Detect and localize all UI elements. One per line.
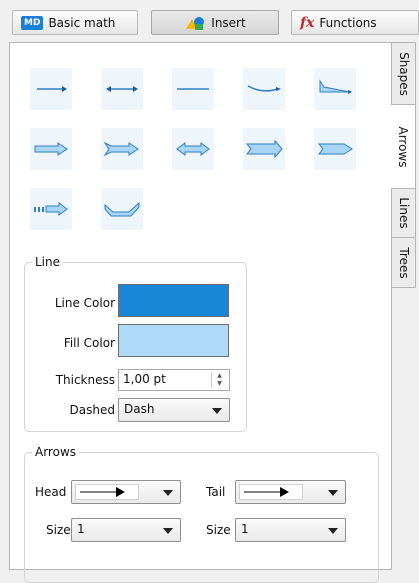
- head-label: Head: [35, 485, 67, 499]
- thickness-label: Thickness: [55, 373, 115, 387]
- arrow-block-notched-icon: [103, 141, 139, 157]
- fx-icon: fx: [300, 14, 315, 31]
- basic-math-button[interactable]: MD Basic math: [12, 10, 138, 35]
- arrow-dashed-block-icon: [34, 202, 68, 216]
- arrow-style-line-plain[interactable]: [172, 68, 214, 110]
- basic-math-label: Basic math: [48, 15, 116, 30]
- tab-arrows-label: Arrows: [396, 125, 410, 168]
- chevron-down-icon: [328, 490, 338, 496]
- chevron-down-icon: [163, 490, 173, 496]
- tail-label: Tail: [206, 485, 226, 499]
- md-badge-icon: MD: [21, 15, 44, 30]
- chevron-down-icon: [212, 408, 222, 414]
- arrow-style-block-right[interactable]: [30, 128, 72, 170]
- arrow-style-chevron-right[interactable]: [243, 128, 285, 170]
- line-group-title: Line: [32, 255, 64, 269]
- arrow-style-dashed-block[interactable]: [30, 188, 72, 230]
- arrow-style-block-notched[interactable]: [101, 128, 143, 170]
- tab-lines-label: Lines: [396, 197, 411, 229]
- insert-label: Insert: [211, 15, 246, 30]
- shapes-icon: [186, 16, 205, 30]
- tail-size-select[interactable]: 1: [235, 518, 346, 542]
- line-plain-icon: [177, 88, 209, 90]
- arrow-pentagon-icon: [317, 143, 353, 155]
- tail-arrow-preview-icon: [239, 484, 303, 500]
- toolbar: MD Basic math Insert fx Functions: [0, 0, 419, 40]
- arrow-block-right-icon: [34, 142, 68, 156]
- tab-trees-label: Trees: [396, 246, 411, 279]
- head-style-select[interactable]: [71, 480, 181, 504]
- tab-lines[interactable]: Lines: [392, 188, 416, 238]
- tab-trees[interactable]: Trees: [392, 237, 416, 288]
- insert-button[interactable]: Insert: [151, 10, 279, 35]
- chevron-down-icon: [163, 528, 173, 534]
- arrow-style-curved-band[interactable]: [101, 188, 143, 230]
- tab-shapes[interactable]: Shapes: [392, 42, 416, 105]
- tail-style-select[interactable]: [235, 480, 346, 504]
- spin-down-icon[interactable]: ▼: [212, 380, 227, 388]
- arrow-wedge-icon: [319, 79, 352, 94]
- arrow-curved-icon: [247, 85, 281, 92]
- line-color-label: Line Color: [54, 296, 115, 310]
- arrows-group: Arrows Head Tail Size 1 Size 1: [24, 445, 379, 583]
- dashed-label: Dashed: [69, 403, 115, 417]
- arrow-style-block-double[interactable]: [172, 128, 214, 170]
- arrow-style-right-thin[interactable]: [30, 68, 72, 110]
- spin-up-icon[interactable]: ▲: [212, 372, 227, 380]
- tab-shapes-label: Shapes: [396, 51, 411, 96]
- chevron-down-icon: [328, 528, 338, 534]
- dashed-select[interactable]: Dash: [118, 398, 230, 422]
- head-size-select[interactable]: 1: [71, 518, 181, 542]
- arrow-double-thin-icon: [106, 86, 138, 92]
- arrow-curved-band-icon: [104, 201, 140, 217]
- arrow-style-pentagon[interactable]: [314, 128, 356, 170]
- head-size-value: 1: [77, 522, 85, 536]
- tail-size-value: 1: [241, 522, 249, 536]
- head-size-label: Size: [46, 523, 71, 537]
- fill-color-label: Fill Color: [63, 336, 115, 350]
- tab-arrows[interactable]: Arrows: [391, 104, 416, 189]
- thickness-input[interactable]: 1,00 pt ▲ ▼: [118, 369, 230, 391]
- line-group: Line Line Color Fill Color Thickness 1,0…: [24, 255, 247, 432]
- arrow-right-thin-icon: [37, 86, 67, 92]
- fill-color-swatch[interactable]: [118, 324, 229, 357]
- arrow-style-double-thin[interactable]: [101, 68, 143, 110]
- arrows-group-title: Arrows: [32, 445, 80, 459]
- arrow-style-curved[interactable]: [243, 68, 285, 110]
- thickness-value: 1,00 pt: [123, 372, 166, 386]
- functions-label: Functions: [319, 15, 377, 30]
- thickness-spinner[interactable]: ▲ ▼: [211, 372, 227, 388]
- tail-size-label: Size: [206, 523, 231, 537]
- arrow-block-double-icon: [176, 142, 210, 156]
- arrow-style-wedge[interactable]: [314, 68, 356, 110]
- head-arrow-preview-icon: [75, 484, 139, 500]
- arrow-chevron-right-icon: [245, 139, 283, 159]
- functions-button[interactable]: fx Functions: [291, 10, 419, 35]
- dashed-value: Dash: [124, 402, 155, 416]
- line-color-swatch[interactable]: [118, 284, 229, 317]
- arrows-panel: Line Line Color Fill Color Thickness 1,0…: [9, 42, 392, 583]
